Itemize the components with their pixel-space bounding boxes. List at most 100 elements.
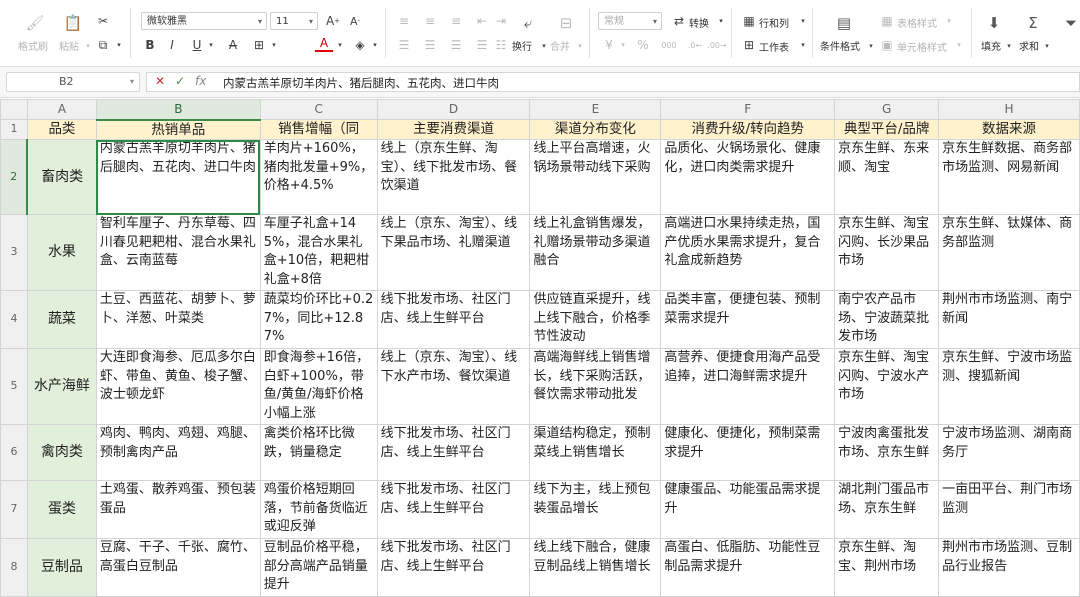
data-cell[interactable]: 高端海鲜线上销售增长，线下采购活跃，餐饮需求带动批发 [529, 348, 662, 425]
align-center-icon[interactable]: ☰ [421, 36, 439, 54]
data-cell[interactable]: 大连即食海参、厄瓜多尔白虾、带鱼、黄鱼、梭子蟹、波士顿龙虾 [95, 348, 261, 425]
data-cell[interactable]: 即食海参+16倍，白虾+100%，带鱼/黄鱼/海虾价格小幅上涨 [259, 348, 378, 425]
column-header-f[interactable]: F [660, 99, 836, 120]
wrap-text-icon[interactable]: ⤶ [517, 12, 539, 34]
row-header-1[interactable]: 1 [0, 119, 28, 140]
data-cell[interactable]: 一亩田平台、荆门市场监测 [938, 480, 1080, 539]
data-cell[interactable]: 线下为主，线上预包装蛋品增长 [529, 480, 662, 539]
column-header-d[interactable]: D [376, 99, 531, 120]
data-cell[interactable]: 蔬菜均价环比+0.27%，同比+12.87% [259, 290, 378, 349]
category-cell[interactable]: 蔬菜 [26, 290, 97, 349]
data-cell[interactable]: 线下批发市场、社区门店、线上生鲜平台 [376, 480, 531, 539]
table-style-button[interactable]: 表格样式 [897, 15, 937, 30]
data-cell[interactable]: 南宁农产品市场、宁波蔬菜批发市场 [834, 290, 940, 349]
row-header[interactable]: 5 [0, 348, 28, 425]
data-cell[interactable]: 品质化、火锅场景化、健康化，进口肉类需求提升 [660, 139, 836, 215]
align-bottom-icon[interactable]: ≡ [447, 12, 465, 30]
column-header-a[interactable]: A [26, 99, 97, 120]
paste-icon[interactable]: 📋 [62, 12, 84, 34]
worksheet-icon[interactable]: ⊞ [740, 36, 758, 54]
fill-button[interactable]: 填充 [981, 38, 1001, 53]
data-cell[interactable]: 车厘子礼盒+145%，混合水果礼盒+10倍，耙耙柑礼盒+8倍 [259, 214, 378, 291]
data-cell[interactable]: 宁波市场监测、湖南商务厅 [938, 424, 1080, 481]
data-cell[interactable]: 供应链直采提升，线上线下融合，价格季节性波动 [529, 290, 662, 349]
column-header-h[interactable]: H [938, 99, 1080, 120]
row-header[interactable]: 8 [0, 538, 28, 597]
format-painter-button[interactable]: 格式刷 [18, 38, 48, 53]
fill-dropdown-icon[interactable]: ▾ [1000, 37, 1018, 55]
increase-font-icon[interactable]: A + [324, 12, 342, 30]
cell-style-button[interactable]: 单元格样式 [897, 39, 947, 54]
data-cell[interactable]: 线上礼盒销售爆发，礼赠场景带动多渠道融合 [529, 214, 662, 291]
currency-dropdown-icon[interactable]: ▾ [614, 36, 632, 54]
data-cell[interactable]: 线上（京东生鲜、淘宝）、线下批发市场、餐饮渠道 [376, 139, 531, 215]
name-box[interactable]: B2 ▾ [6, 72, 140, 92]
category-cell[interactable]: 畜肉类 [26, 139, 97, 215]
column-header-g[interactable]: G [834, 99, 940, 120]
rows-cols-icon[interactable]: ▦ [740, 12, 758, 30]
strikethrough-button[interactable]: A [224, 36, 242, 54]
data-cell[interactable]: 京东生鲜、淘宝、荆州市场 [834, 538, 940, 597]
merge-dropdown-icon[interactable]: ▾ [571, 37, 589, 55]
rows-cols-dropdown-icon[interactable]: ▾ [794, 12, 812, 30]
cancel-icon[interactable]: ✕ [155, 74, 165, 88]
increase-decimal-icon[interactable]: .0← [686, 36, 704, 54]
category-cell[interactable]: 水产海鲜 [26, 348, 97, 425]
table-style-dropdown-icon[interactable]: ▾ [940, 12, 958, 30]
percent-button[interactable]: % [634, 36, 652, 54]
header-cell[interactable]: 热销单品 [95, 119, 261, 140]
font-size-select[interactable]: 11 ▾ [270, 12, 318, 30]
data-cell[interactable]: 高端进口水果持续走热，国产优质水果需求提升，复合礼盒成新趋势 [660, 214, 836, 291]
indent-increase-icon[interactable]: ⇥ [492, 12, 510, 30]
underline-dropdown-icon[interactable]: ▾ [202, 36, 220, 54]
data-cell[interactable]: 京东生鲜、钛媒体、商务部监测 [938, 214, 1080, 291]
align-right-icon[interactable]: ☰ [447, 36, 465, 54]
category-cell[interactable]: 禽肉类 [26, 424, 97, 481]
data-cell[interactable]: 品类丰富，便捷包装、预制菜需求提升 [660, 290, 836, 349]
data-cell[interactable]: 宁波肉禽蛋批发市场、京东生鲜 [834, 424, 940, 481]
data-cell[interactable]: 土豆、西蓝花、胡萝卜、萝卜、洋葱、叶菜类 [95, 290, 261, 349]
data-cell[interactable]: 线上线下融合，健康豆制品线上销售增长 [529, 538, 662, 597]
decrease-decimal-icon[interactable]: .00→ [707, 36, 726, 54]
number-format-select[interactable]: 常规 ▾ [598, 12, 662, 30]
sum-icon[interactable]: Σ [1022, 12, 1044, 34]
format-painter-icon[interactable]: 🖌 [24, 12, 46, 34]
column-header-c[interactable]: C [259, 99, 378, 120]
header-cell[interactable]: 主要消费渠道 [376, 119, 531, 140]
italic-button[interactable]: I [163, 36, 181, 54]
cell-style-icon[interactable]: ▣ [878, 36, 896, 54]
data-cell[interactable]: 京东生鲜数据、商务部市场监测、网易新闻 [938, 139, 1080, 215]
data-cell[interactable]: 线上平台高增速，火锅场景带动线下采购 [529, 139, 662, 215]
fill-color-dropdown-icon[interactable]: ▾ [366, 36, 384, 54]
fill-icon[interactable]: ⬇ [983, 12, 1005, 34]
header-cell[interactable]: 品类 [26, 119, 97, 140]
align-top-icon[interactable]: ≡ [395, 12, 413, 30]
data-cell[interactable]: 高蛋白、低脂肪、功能性豆制品需求提升 [660, 538, 836, 597]
data-cell[interactable]: 京东生鲜、淘宝闪购、宁波水产市场 [834, 348, 940, 425]
header-cell[interactable]: 销售增幅（同 [259, 119, 378, 140]
data-cell[interactable]: 高营养、便捷食用海产品受追捧，进口海鲜需求提升 [660, 348, 836, 425]
data-cell[interactable]: 荆州市市场监测、南宁新闻 [938, 290, 1080, 349]
data-cell[interactable]: 豆腐、干子、千张、腐竹、高蛋白豆制品 [95, 538, 261, 597]
worksheet-dropdown-icon[interactable]: ▾ [794, 36, 812, 54]
rows-cols-button[interactable]: 行和列 [759, 15, 789, 30]
data-cell[interactable]: 健康蛋品、功能蛋品需求提升 [660, 480, 836, 539]
column-header-b[interactable]: B [95, 99, 261, 121]
copy-dropdown-icon[interactable]: ▾ [110, 36, 128, 54]
data-cell[interactable]: 线下批发市场、社区门店、线上生鲜平台 [376, 538, 531, 597]
data-cell[interactable]: 鸡蛋价格短期回落，节前备货临近或迎反弹 [259, 480, 378, 539]
data-cell[interactable]: 鸡肉、鸭肉、鸡翅、鸡腿、预制禽肉产品 [95, 424, 261, 481]
column-header-e[interactable]: E [529, 99, 662, 120]
border-dropdown-icon[interactable]: ▾ [265, 36, 283, 54]
select-all-corner[interactable] [0, 99, 28, 120]
convert-icon[interactable]: ⇄ [670, 12, 688, 30]
thousands-button[interactable]: 000 [658, 36, 680, 54]
table-style-icon[interactable]: ▦ [878, 12, 896, 30]
cut-icon[interactable]: ✂ [94, 12, 112, 30]
sum-button[interactable]: 求和 [1019, 38, 1039, 53]
font-family-select[interactable]: 微软雅黑 ▾ [141, 12, 267, 30]
convert-dropdown-icon[interactable]: ▾ [712, 12, 730, 30]
wrap-text-button[interactable]: 换行 [512, 38, 532, 53]
data-cell[interactable]: 土鸡蛋、散养鸡蛋、预包装蛋品 [95, 480, 261, 539]
align-middle-icon[interactable]: ≡ [421, 12, 439, 30]
